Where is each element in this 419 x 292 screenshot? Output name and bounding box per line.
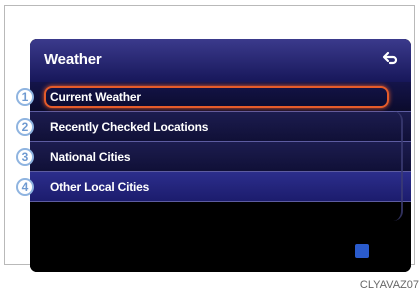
scroll-indicator (393, 111, 403, 221)
image-caption: CLYAVAZ07 (359, 279, 419, 291)
menu-item-other-local-cities[interactable]: Other Local Cities (30, 172, 411, 202)
menu-item-label: Other Local Cities (50, 180, 150, 194)
weather-screen: Weather Current Weather Recently Checked… (30, 39, 411, 272)
menu-item-label: Recently Checked Locations (50, 120, 209, 134)
weather-menu-list: Current Weather Recently Checked Locatio… (30, 82, 411, 202)
menu-item-current-weather[interactable]: Current Weather (30, 82, 411, 112)
callout-number-4: 4 (16, 178, 34, 196)
menu-item-label: Current Weather (50, 90, 141, 104)
callout-number-3: 3 (16, 148, 34, 166)
menu-item-recently-checked-locations[interactable]: Recently Checked Locations (30, 112, 411, 142)
menu-item-label: National Cities (50, 150, 131, 164)
callout-number-1: 1 (16, 88, 34, 106)
empty-area (30, 202, 411, 272)
callout-number-2: 2 (16, 118, 34, 136)
title-bar: Weather (30, 39, 411, 82)
page-title: Weather (44, 51, 102, 68)
back-arrow-icon[interactable] (379, 49, 401, 69)
menu-item-national-cities[interactable]: National Cities (30, 142, 411, 172)
brand-logo-icon (355, 244, 369, 258)
